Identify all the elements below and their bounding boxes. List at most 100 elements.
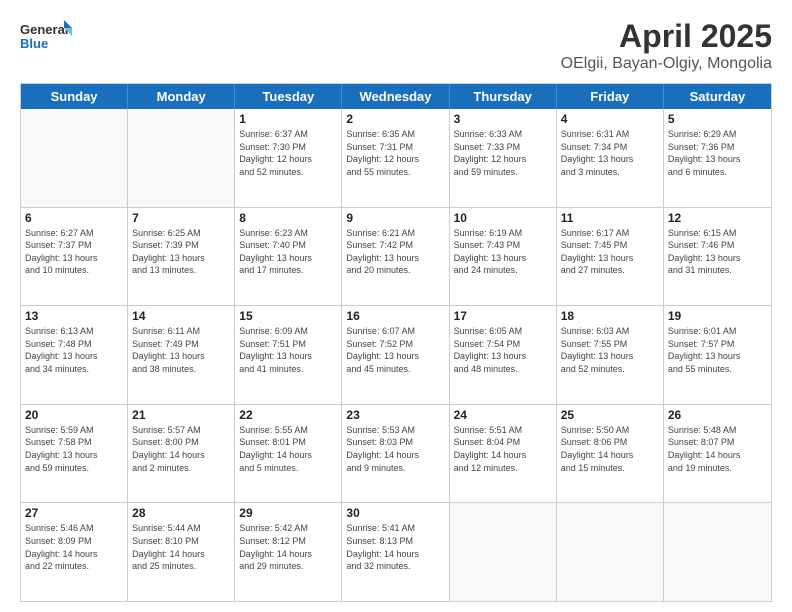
cal-cell: 2Sunrise: 6:35 AM Sunset: 7:31 PM Daylig… bbox=[342, 109, 449, 207]
day-info: Sunrise: 6:09 AM Sunset: 7:51 PM Dayligh… bbox=[239, 325, 337, 375]
cal-cell: 9 Sunrise: 6:21 AM Sunset: 7:42 PM Daylig… bbox=[342, 208, 449, 306]
weekday-header-saturday: Saturday bbox=[664, 84, 771, 109]
cal-week-0: 1 Sunrise: 6:37 AM Sunset: 7:30 PM Daylig… bbox=[21, 109, 771, 208]
day-info: Sunrise: 5:46 AM Sunset: 8:09 PM Dayligh… bbox=[25, 522, 123, 572]
day-info: Sunrise: 6:33 AM Sunset: 7:33 PM Dayligh… bbox=[454, 128, 552, 178]
day-info: Sunrise: 6:19 AM Sunset: 7:43 PM Dayligh… bbox=[454, 227, 552, 277]
day-number: 5 bbox=[668, 112, 767, 126]
day-info: Sunrise: 6:23 AM Sunset: 7:40 PM Dayligh… bbox=[239, 227, 337, 277]
cal-cell: 11 Sunrise: 6:17 AM Sunset: 7:45 PM Dayli… bbox=[557, 208, 664, 306]
weekday-header-sunday: Sunday bbox=[21, 84, 128, 109]
day-number: 10 bbox=[454, 211, 552, 225]
cal-cell: 20 Sunrise: 5:59 AM Sunset: 7:58 PM Dayli… bbox=[21, 405, 128, 503]
day-info: Sunrise: 6:01 AM Sunset: 7:57 PM Dayligh… bbox=[668, 325, 767, 375]
day-info: Sunrise: 6:37 AM Sunset: 7:30 PM Dayligh… bbox=[239, 128, 337, 178]
cal-week-2: 13 Sunrise: 6:13 AM Sunset: 7:48 PM Dayli… bbox=[21, 306, 771, 405]
day-info: Sunrise: 5:53 AM Sunset: 8:03 PM Dayligh… bbox=[346, 424, 444, 474]
svg-text:Blue: Blue bbox=[20, 36, 48, 51]
cal-cell: 5Sunrise: 6:29 AM Sunset: 7:36 PM Daylig… bbox=[664, 109, 771, 207]
day-info: Sunrise: 6:25 AM Sunset: 7:39 PM Dayligh… bbox=[132, 227, 230, 277]
cal-cell: 12Sunrise: 6:15 AM Sunset: 7:46 PM Dayli… bbox=[664, 208, 771, 306]
day-number: 22 bbox=[239, 408, 337, 422]
title-block: April 2025 OElgii, Bayan-Olgiy, Mongolia bbox=[561, 18, 772, 73]
day-number: 17 bbox=[454, 309, 552, 323]
weekday-header-wednesday: Wednesday bbox=[342, 84, 449, 109]
day-info: Sunrise: 5:42 AM Sunset: 8:12 PM Dayligh… bbox=[239, 522, 337, 572]
day-number: 15 bbox=[239, 309, 337, 323]
day-info: Sunrise: 6:21 AM Sunset: 7:42 PM Dayligh… bbox=[346, 227, 444, 277]
cal-cell bbox=[128, 109, 235, 207]
day-info: Sunrise: 6:11 AM Sunset: 7:49 PM Dayligh… bbox=[132, 325, 230, 375]
day-info: Sunrise: 6:05 AM Sunset: 7:54 PM Dayligh… bbox=[454, 325, 552, 375]
day-number: 4 bbox=[561, 112, 659, 126]
cal-cell bbox=[557, 503, 664, 601]
location: OElgii, Bayan-Olgiy, Mongolia bbox=[561, 55, 772, 73]
day-info: Sunrise: 5:41 AM Sunset: 8:13 PM Dayligh… bbox=[346, 522, 444, 572]
cal-cell: 1 Sunrise: 6:37 AM Sunset: 7:30 PM Daylig… bbox=[235, 109, 342, 207]
cal-week-4: 27 Sunrise: 5:46 AM Sunset: 8:09 PM Dayli… bbox=[21, 503, 771, 601]
calendar-body: 1 Sunrise: 6:37 AM Sunset: 7:30 PM Daylig… bbox=[21, 109, 771, 601]
cal-cell: 15 Sunrise: 6:09 AM Sunset: 7:51 PM Dayli… bbox=[235, 306, 342, 404]
cal-week-3: 20 Sunrise: 5:59 AM Sunset: 7:58 PM Dayli… bbox=[21, 405, 771, 504]
day-number: 1 bbox=[239, 112, 337, 126]
day-info: Sunrise: 6:35 AM Sunset: 7:31 PM Dayligh… bbox=[346, 128, 444, 178]
day-number: 14 bbox=[132, 309, 230, 323]
cal-cell: 18 Sunrise: 6:03 AM Sunset: 7:55 PM Dayli… bbox=[557, 306, 664, 404]
page-header: General Blue April 2025 OElgii, Bayan-Ol… bbox=[20, 18, 772, 73]
cal-cell: 28Sunrise: 5:44 AM Sunset: 8:10 PM Dayli… bbox=[128, 503, 235, 601]
day-number: 21 bbox=[132, 408, 230, 422]
cal-cell: 21Sunrise: 5:57 AM Sunset: 8:00 PM Dayli… bbox=[128, 405, 235, 503]
day-number: 11 bbox=[561, 211, 659, 225]
cal-cell: 13 Sunrise: 6:13 AM Sunset: 7:48 PM Dayli… bbox=[21, 306, 128, 404]
day-info: Sunrise: 5:51 AM Sunset: 8:04 PM Dayligh… bbox=[454, 424, 552, 474]
cal-cell: 8 Sunrise: 6:23 AM Sunset: 7:40 PM Daylig… bbox=[235, 208, 342, 306]
day-number: 16 bbox=[346, 309, 444, 323]
day-number: 29 bbox=[239, 506, 337, 520]
day-number: 20 bbox=[25, 408, 123, 422]
cal-cell: 16 Sunrise: 6:07 AM Sunset: 7:52 PM Dayli… bbox=[342, 306, 449, 404]
day-number: 23 bbox=[346, 408, 444, 422]
day-number: 28 bbox=[132, 506, 230, 520]
day-info: Sunrise: 6:03 AM Sunset: 7:55 PM Dayligh… bbox=[561, 325, 659, 375]
day-info: Sunrise: 5:59 AM Sunset: 7:58 PM Dayligh… bbox=[25, 424, 123, 474]
cal-cell: 14 Sunrise: 6:11 AM Sunset: 7:49 PM Dayli… bbox=[128, 306, 235, 404]
cal-week-1: 6 Sunrise: 6:27 AM Sunset: 7:37 PM Daylig… bbox=[21, 208, 771, 307]
day-number: 25 bbox=[561, 408, 659, 422]
day-info: Sunrise: 6:07 AM Sunset: 7:52 PM Dayligh… bbox=[346, 325, 444, 375]
day-number: 30 bbox=[346, 506, 444, 520]
day-number: 26 bbox=[668, 408, 767, 422]
weekday-header-monday: Monday bbox=[128, 84, 235, 109]
cal-cell: 4Sunrise: 6:31 AM Sunset: 7:34 PM Daylig… bbox=[557, 109, 664, 207]
day-number: 18 bbox=[561, 309, 659, 323]
cal-cell: 29 Sunrise: 5:42 AM Sunset: 8:12 PM Dayli… bbox=[235, 503, 342, 601]
cal-cell: 7 Sunrise: 6:25 AM Sunset: 7:39 PM Daylig… bbox=[128, 208, 235, 306]
day-number: 13 bbox=[25, 309, 123, 323]
day-info: Sunrise: 5:48 AM Sunset: 8:07 PM Dayligh… bbox=[668, 424, 767, 474]
cal-cell: 10 Sunrise: 6:19 AM Sunset: 7:43 PM Dayli… bbox=[450, 208, 557, 306]
day-number: 12 bbox=[668, 211, 767, 225]
calendar: SundayMondayTuesdayWednesdayThursdayFrid… bbox=[20, 83, 772, 602]
svg-text:General: General bbox=[20, 22, 68, 37]
day-number: 6 bbox=[25, 211, 123, 225]
cal-cell: 30 Sunrise: 5:41 AM Sunset: 8:13 PM Dayli… bbox=[342, 503, 449, 601]
cal-cell: 17 Sunrise: 6:05 AM Sunset: 7:54 PM Dayli… bbox=[450, 306, 557, 404]
day-number: 9 bbox=[346, 211, 444, 225]
day-info: Sunrise: 6:13 AM Sunset: 7:48 PM Dayligh… bbox=[25, 325, 123, 375]
day-number: 8 bbox=[239, 211, 337, 225]
day-info: Sunrise: 6:27 AM Sunset: 7:37 PM Dayligh… bbox=[25, 227, 123, 277]
cal-cell: 24 Sunrise: 5:51 AM Sunset: 8:04 PM Dayli… bbox=[450, 405, 557, 503]
day-number: 24 bbox=[454, 408, 552, 422]
day-number: 27 bbox=[25, 506, 123, 520]
day-info: Sunrise: 5:55 AM Sunset: 8:01 PM Dayligh… bbox=[239, 424, 337, 474]
cal-cell bbox=[450, 503, 557, 601]
cal-cell: 3Sunrise: 6:33 AM Sunset: 7:33 PM Daylig… bbox=[450, 109, 557, 207]
logo: General Blue bbox=[20, 18, 72, 60]
logo-svg: General Blue bbox=[20, 18, 72, 60]
day-info: Sunrise: 5:50 AM Sunset: 8:06 PM Dayligh… bbox=[561, 424, 659, 474]
cal-cell: 26 Sunrise: 5:48 AM Sunset: 8:07 PM Dayli… bbox=[664, 405, 771, 503]
cal-cell bbox=[21, 109, 128, 207]
cal-cell: 19Sunrise: 6:01 AM Sunset: 7:57 PM Dayli… bbox=[664, 306, 771, 404]
day-info: Sunrise: 6:17 AM Sunset: 7:45 PM Dayligh… bbox=[561, 227, 659, 277]
cal-cell: 25 Sunrise: 5:50 AM Sunset: 8:06 PM Dayli… bbox=[557, 405, 664, 503]
day-number: 7 bbox=[132, 211, 230, 225]
